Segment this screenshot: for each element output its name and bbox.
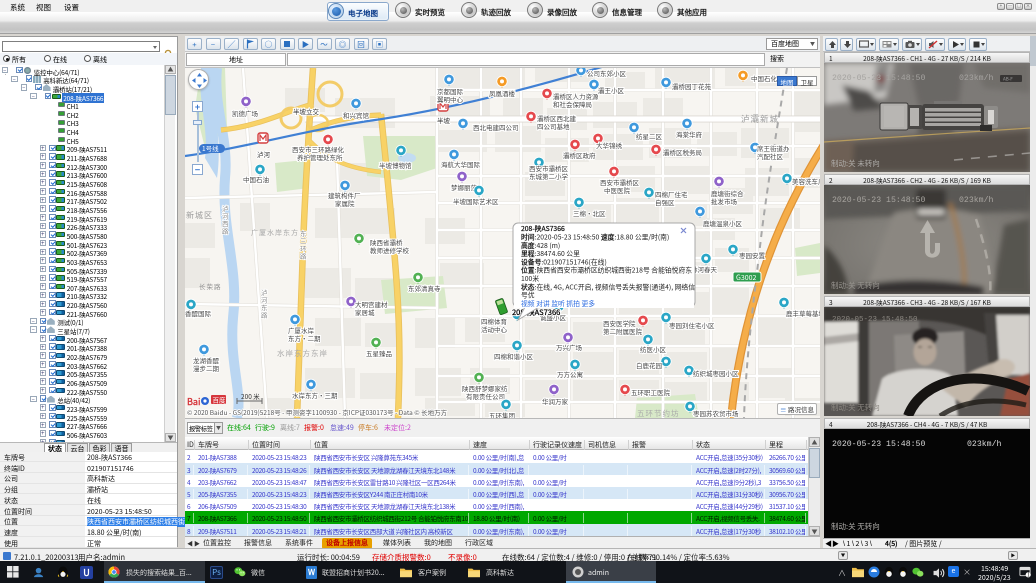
svg-text:纺星二区: 纺星二区 [636, 131, 663, 141]
svg-text:东方·二期: 东方·二期 [288, 333, 321, 343]
svg-text:023km/h: 023km/h [967, 439, 1001, 449]
svg-text:漫步二期: 漫步二期 [193, 363, 220, 373]
svg-text:家居城: 家居城 [355, 307, 375, 317]
svg-text:广厦水岸东方: 广厦水岸东方 [251, 228, 299, 238]
svg-text:路: 路 [222, 226, 229, 236]
svg-text:汽配社区: 汽配社区 [757, 151, 784, 161]
svg-text:华润万家: 华润万家 [542, 396, 569, 406]
svg-text:泸灞新城: 泸灞新城 [741, 113, 779, 125]
svg-text:灞王小区: 灞王小区 [598, 85, 625, 95]
svg-text:美容洗车广场: 美容洗车广场 [792, 176, 820, 186]
svg-text:路: 路 [261, 310, 268, 320]
svg-text:五星臻品: 五星臻品 [366, 348, 392, 358]
svg-text:半坡国际艺术区: 半坡国际艺术区 [453, 196, 499, 206]
svg-text:东城第二小学: 东城第二小学 [529, 171, 569, 181]
svg-text:教师进修学校: 教师进修学校 [370, 245, 410, 255]
svg-text:水岸东方·三期: 水岸东方·三期 [292, 390, 338, 400]
svg-text:半坡博物馆: 半坡博物馆 [379, 160, 412, 170]
svg-text:位置:陕西省西安市灞桥区纺织城西街218号 合能铂悦府东: 位置:陕西省西安市灞桥区纺织城西街218号 合能铂悦府东 [521, 265, 692, 275]
svg-text:凯德广场: 凯德广场 [232, 108, 259, 118]
svg-text:五环职工医院: 五环职工医院 [631, 387, 671, 397]
svg-text:制动:关 无转向: 制动:关 无转向 [831, 280, 880, 291]
svg-text:大华锦绣: 大华锦绣 [596, 140, 623, 150]
svg-text:© 2020 Baidu - GS(2019)5218号 -: © 2020 Baidu - GS(2019)5218号 - 甲测资字11009… [187, 407, 448, 417]
svg-text:半坡: 半坡 [437, 115, 451, 125]
svg-text:海棠华府: 海棠华府 [676, 129, 703, 139]
svg-text:百度: 百度 [213, 395, 227, 405]
svg-text:灞桥园丁花苑: 灞桥园丁花苑 [672, 81, 712, 91]
svg-text:纺织城枣园小区: 纺织城枣园小区 [693, 368, 739, 378]
svg-text:灞桥区政府: 灞桥区政府 [563, 150, 596, 160]
svg-text:半坡立交: 半坡立交 [293, 106, 320, 116]
svg-text:西北电建四公司: 西北电建四公司 [473, 122, 519, 132]
svg-text:路: 路 [300, 251, 307, 261]
svg-text:枣园安置: 枣园安置 [739, 250, 766, 260]
svg-text:1号线: 1号线 [202, 143, 219, 153]
svg-text:新城区: 新城区 [186, 210, 213, 221]
svg-text:中国石化: 中国石化 [751, 73, 778, 83]
svg-text:状态:在线, 4G, ACC开启, 视频信号丢失报警(通道4: 状态:在线, 4G, ACC开启, 视频信号丢失报警(通道4), 网络信 [521, 281, 695, 291]
svg-text:东郊清真寺: 东郊清真寺 [408, 283, 441, 293]
svg-text:1: 1 [1027, 572, 1030, 578]
svg-text:G3002: G3002 [736, 273, 756, 283]
svg-text:2020-05-23 15:48:50: 2020-05-23 15:48:50 [832, 316, 918, 324]
svg-text:和社会保障局: 和社会保障局 [553, 99, 592, 109]
svg-text:枣园刘住宅小区: 枣园刘住宅小区 [669, 320, 715, 330]
svg-text:三棉·北区: 三棉·北区 [573, 208, 606, 218]
svg-text:水岸东方东岸: 水岸东方东岸 [277, 348, 328, 359]
svg-text:家属院: 家属院 [335, 198, 355, 208]
svg-text:凤凰酒楼: 凤凰酒楼 [489, 88, 516, 98]
svg-text:纺医小区: 纺医小区 [640, 344, 667, 354]
svg-text:023km/h: 023km/h [959, 195, 993, 205]
svg-text:鹿丰草莓基地: 鹿丰草莓基地 [786, 308, 820, 318]
svg-text:万方公寓: 万方公寓 [557, 369, 583, 379]
svg-text:023km/h: 023km/h [959, 73, 993, 83]
svg-text:中国石油: 中国石油 [243, 174, 269, 184]
svg-text:200 米: 200 米 [241, 391, 260, 401]
svg-text:灞桥区税务局: 灞桥区税务局 [663, 147, 702, 157]
svg-text:有限责任公司: 有限责任公司 [466, 391, 505, 401]
svg-text:养护管理处东所: 养护管理处东所 [297, 152, 343, 162]
svg-text:2020-05-23 15:48:50: 2020-05-23 15:48:50 [832, 440, 925, 449]
svg-text:白鹿花园: 白鹿花园 [636, 360, 662, 370]
svg-text:万兴广场: 万兴广场 [556, 342, 583, 352]
svg-text:中医医院: 中医医院 [604, 185, 631, 195]
svg-text:制动:关 无转向: 制动:关 无转向 [831, 402, 880, 413]
svg-text:泸河: 泸河 [257, 149, 271, 159]
svg-text:五环节约坊: 五环节约坊 [637, 408, 680, 418]
svg-text:海航大华国际: 海航大华国际 [441, 159, 481, 169]
svg-text:批发市场: 批发市场 [711, 196, 738, 206]
svg-text:AB-F: AB-F [1003, 77, 1013, 83]
svg-text:2020-05-23 15:48:50: 2020-05-23 15:48:50 [832, 196, 925, 205]
svg-text:香醍国际: 香醍国际 [185, 308, 212, 318]
svg-text:制动:关 无转向: 制动:关 无转向 [831, 521, 880, 532]
svg-text:Bai: Bai [187, 395, 200, 408]
svg-text:枣园苏农贸市场: 枣园苏农贸市场 [693, 408, 739, 418]
svg-text:四棉和谐小区: 四棉和谐小区 [494, 351, 534, 361]
svg-text:活动中心: 活动中心 [481, 324, 508, 334]
svg-text:五环集团: 五环集团 [489, 410, 515, 418]
svg-text:第二附属医院: 第二附属医院 [603, 326, 643, 336]
svg-text:四公司基地: 四公司基地 [537, 121, 570, 131]
svg-text:制动:关 未转向: 制动:关 未转向 [831, 158, 880, 169]
svg-text:长荣路: 长荣路 [199, 281, 222, 291]
svg-text:2020-05-23 15:48:50: 2020-05-23 15:48:50 [832, 74, 925, 83]
svg-text:和兴宾馆: 和兴宾馆 [343, 110, 370, 120]
svg-text:鹿塘温泉小区: 鹿塘温泉小区 [703, 218, 743, 228]
svg-text:视频 对讲 监听 抓拍 更多: 视频 对讲 监听 抓拍 更多 [521, 298, 595, 308]
svg-text:公司东郊小区: 公司东郊小区 [587, 68, 627, 78]
svg-text:自强区: 自强区 [655, 197, 675, 207]
svg-text:翼明中心: 翼明中心 [437, 94, 464, 104]
